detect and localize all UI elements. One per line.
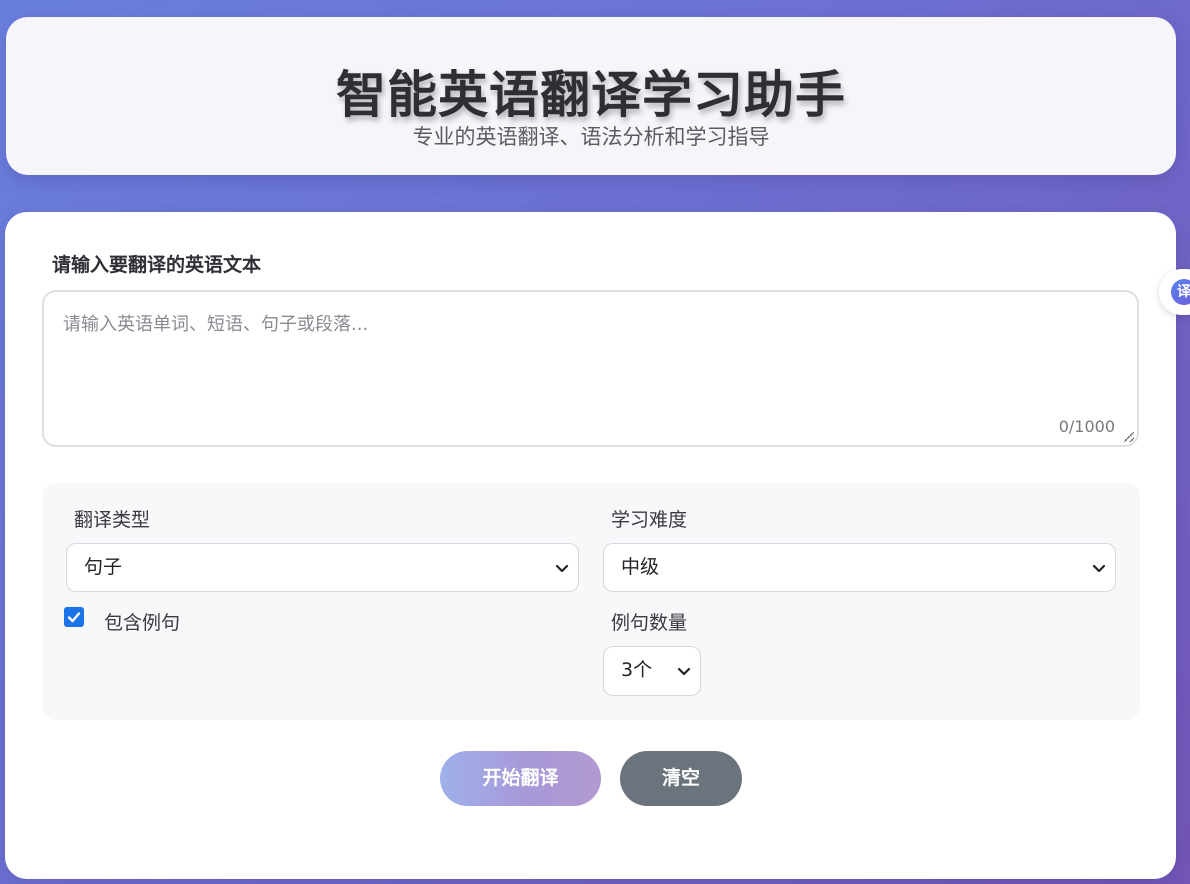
page-subtitle: 专业的英语翻译、语法分析和学习指导 (412, 125, 770, 149)
resize-handle-icon[interactable] (1124, 432, 1134, 442)
translator-form: 请输入要翻译的英语文本 0/1000 翻译类型 句子 学习难度 中级 包含例句 … (5, 212, 1176, 879)
input-label: 请输入要翻译的英语文本 (52, 254, 262, 276)
translate-icon: 译 (1171, 279, 1190, 305)
chevron-down-icon (677, 667, 691, 676)
translation-type-label: 翻译类型 (74, 509, 151, 531)
clear-button[interactable]: 清空 (620, 751, 742, 806)
example-count-select[interactable]: 3个 (603, 646, 701, 696)
header-card: 智能英语翻译学习助手 专业的英语翻译、语法分析和学习指导 (6, 17, 1176, 175)
checkmark-icon (67, 612, 81, 623)
char-counter: 0/1000 (1058, 417, 1115, 436)
page-title: 智能英语翻译学习助手 (336, 66, 846, 124)
example-count-value: 3个 (621, 659, 653, 681)
options-panel: 翻译类型 句子 学习难度 中级 包含例句 例句数量 3个 (42, 483, 1140, 720)
include-examples-label[interactable]: 包含例句 (104, 610, 180, 636)
include-examples-checkbox[interactable] (64, 607, 84, 627)
difficulty-value: 中级 (621, 556, 660, 578)
english-text-input[interactable] (44, 292, 1137, 445)
translation-type-select[interactable]: 句子 (66, 543, 579, 592)
chevron-down-icon (1092, 564, 1106, 573)
example-count-label: 例句数量 (611, 612, 688, 634)
translation-type-value: 句子 (84, 556, 123, 578)
difficulty-label: 学习难度 (611, 509, 688, 531)
difficulty-select[interactable]: 中级 (603, 543, 1116, 592)
text-input-container: 0/1000 (42, 290, 1139, 447)
translate-button[interactable]: 开始翻译 (440, 751, 601, 806)
chevron-down-icon (555, 564, 569, 573)
